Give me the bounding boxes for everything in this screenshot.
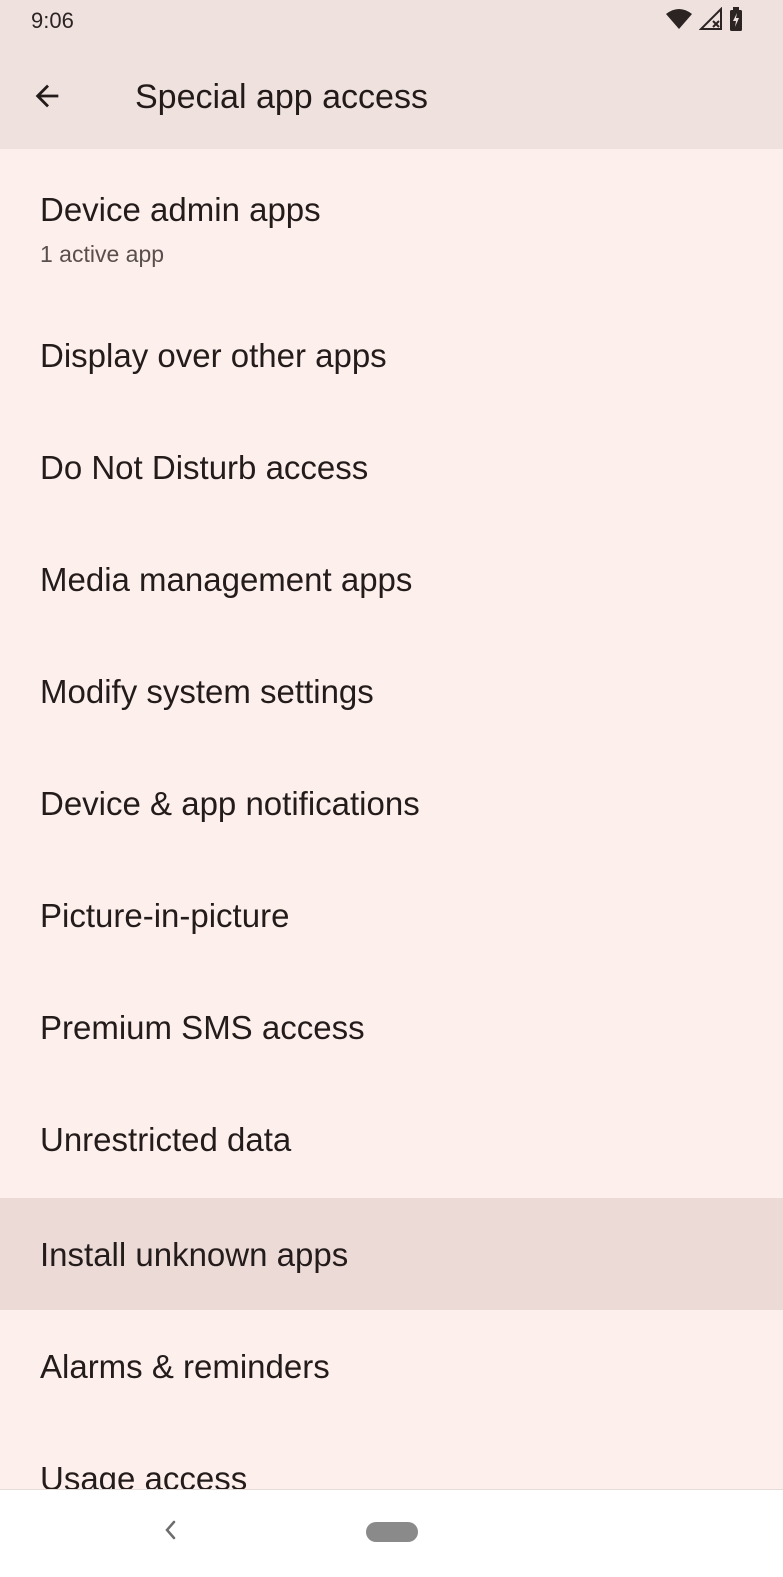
list-item-label: Modify system settings — [40, 673, 374, 710]
list-item-label: Premium SMS access — [40, 1009, 365, 1046]
list-item-do-not-disturb-access[interactable]: Do Not Disturb access — [0, 411, 783, 523]
signal-icon — [698, 6, 723, 36]
navigation-bar — [0, 1489, 783, 1577]
list-item-label: Alarms & reminders — [40, 1348, 330, 1385]
list-item-media-management-apps[interactable]: Media management apps — [0, 523, 783, 635]
list-item-label: Do Not Disturb access — [40, 449, 369, 486]
settings-list: Device admin apps 1 active app Display o… — [0, 149, 783, 1489]
list-item-label: Display over other apps — [40, 337, 387, 374]
wifi-icon — [665, 8, 693, 35]
list-item-device-admin-apps[interactable]: Device admin apps 1 active app — [0, 149, 783, 299]
list-item-usage-access[interactable]: Usage access — [0, 1422, 783, 1489]
list-item-device-app-notifications[interactable]: Device & app notifications — [0, 747, 783, 859]
list-item-install-unknown-apps[interactable]: Install unknown apps — [0, 1198, 783, 1310]
list-item-label: Usage access — [40, 1460, 248, 1489]
list-item-alarms-reminders[interactable]: Alarms & reminders — [0, 1310, 783, 1422]
list-item-premium-sms-access[interactable]: Premium SMS access — [0, 971, 783, 1083]
arrow-left-icon — [30, 79, 64, 118]
battery-charging-icon — [729, 6, 743, 36]
list-item-display-over-other-apps[interactable]: Display over other apps — [0, 299, 783, 411]
home-pill-icon[interactable] — [366, 1522, 418, 1542]
list-item-modify-system-settings[interactable]: Modify system settings — [0, 635, 783, 747]
list-item-label: Unrestricted data — [40, 1121, 292, 1158]
status-bar: 9:06 — [0, 0, 783, 45]
chevron-left-icon — [162, 1518, 178, 1547]
page-title: Special app access — [135, 78, 428, 116]
list-item-label: Device admin apps — [40, 191, 321, 228]
status-time: 9:06 — [31, 8, 74, 33]
list-item-label: Picture-in-picture — [40, 897, 290, 934]
list-item-label: Media management apps — [40, 561, 413, 598]
list-item-subtitle: 1 active app — [40, 241, 165, 267]
app-bar: Special app access — [0, 45, 783, 149]
status-icons — [665, 6, 743, 36]
list-item-unrestricted-data[interactable]: Unrestricted data — [0, 1083, 783, 1195]
nav-back-button[interactable] — [155, 1514, 185, 1550]
list-item-label: Device & app notifications — [40, 785, 420, 822]
back-button[interactable] — [26, 77, 68, 119]
list-item-picture-in-picture[interactable]: Picture-in-picture — [0, 859, 783, 971]
list-item-label: Install unknown apps — [40, 1236, 349, 1273]
